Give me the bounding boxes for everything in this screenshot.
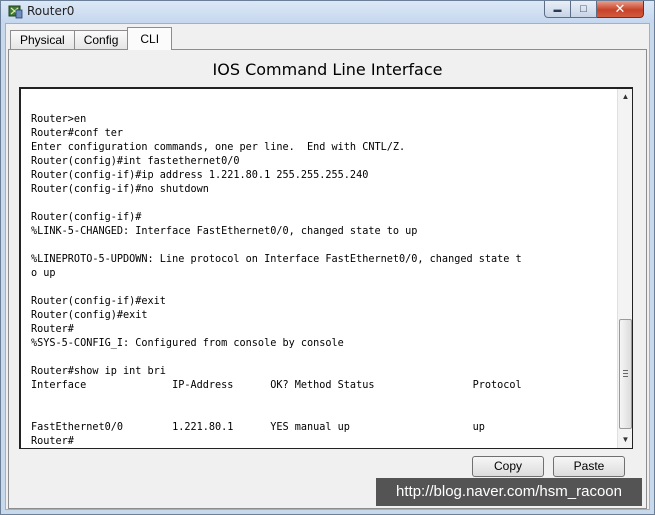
maximize-button[interactable]: □ xyxy=(571,1,597,18)
minimize-icon: ▬ xyxy=(553,4,562,14)
close-icon: ✕ xyxy=(614,1,626,16)
terminal-line: Router(config-if)#ip address 1.221.80.1 … xyxy=(31,170,369,181)
scroll-thumb[interactable] xyxy=(619,319,632,429)
cli-terminal[interactable]: Router>en Router#conf ter Enter configurat… xyxy=(19,87,633,449)
window-client-area: Physical Config CLI IOS Command Line Int… xyxy=(5,23,650,510)
tab-cli[interactable]: CLI xyxy=(127,27,173,50)
tab-config[interactable]: Config xyxy=(73,30,129,50)
minimize-button[interactable]: ▬ xyxy=(544,1,571,18)
panel-title: IOS Command Line Interface xyxy=(212,60,443,79)
window-controls: ▬ □ ✕ xyxy=(544,1,648,18)
router-app-icon xyxy=(8,5,23,19)
terminal-line: %SYS-5-CONFIG_I: Configured from console… xyxy=(31,338,344,349)
title-bar[interactable]: Router0 ▬ □ ✕ xyxy=(1,1,654,23)
terminal-line: Router(config-if)# xyxy=(31,212,142,223)
terminal-line: o up xyxy=(31,268,56,279)
terminal-line: Router(config)#exit xyxy=(31,310,148,321)
tab-bar: Physical Config CLI xyxy=(10,27,173,50)
terminal-line: Router(config-if)#exit xyxy=(31,296,166,307)
maximize-icon: □ xyxy=(580,3,587,15)
close-button[interactable]: ✕ xyxy=(597,1,644,18)
terminal-line: FastEthernet0/0 1.221.80.1 YES manual up… xyxy=(31,422,485,433)
terminal-line: Router# xyxy=(31,436,74,447)
terminal-line: Router#conf ter xyxy=(31,128,124,139)
window-title: Router0 xyxy=(27,4,75,18)
copy-button[interactable]: Copy xyxy=(472,456,544,477)
cli-panel: IOS Command Line Interface Router>en Rout… xyxy=(8,49,647,509)
terminal-output[interactable]: Router>en Router#conf ter Enter configurat… xyxy=(31,113,621,448)
blog-watermark: http://blog.naver.com/hsm_racoon xyxy=(376,478,642,506)
terminal-line: Router(config)#int fastethernet0/0 xyxy=(31,156,240,167)
scroll-grip-icon xyxy=(623,370,628,377)
terminal-line: Router>en xyxy=(31,114,87,125)
terminal-line: Router#show ip int bri xyxy=(31,366,166,377)
paste-button[interactable]: Paste xyxy=(553,456,625,477)
tab-physical[interactable]: Physical xyxy=(10,30,75,50)
scroll-up-arrow-icon[interactable]: ▲ xyxy=(618,89,632,105)
scroll-down-arrow-icon[interactable]: ▼ xyxy=(618,432,632,448)
terminal-line: Router(config-if)#no shutdown xyxy=(31,184,209,195)
terminal-line: Router# xyxy=(31,324,74,335)
terminal-line: Interface IP-Address OK? Method Status P… xyxy=(31,380,522,391)
terminal-scrollbar[interactable]: ▲ ▼ xyxy=(617,89,632,448)
terminal-line: %LINEPROTO-5-UPDOWN: Line protocol on In… xyxy=(31,254,522,265)
router-window: Router0 ▬ □ ✕ Physical Config CLI IOS Co… xyxy=(0,0,655,515)
terminal-line: Enter configuration commands, one per li… xyxy=(31,142,406,153)
terminal-line: %LINK-5-CHANGED: Interface FastEthernet0… xyxy=(31,226,418,237)
